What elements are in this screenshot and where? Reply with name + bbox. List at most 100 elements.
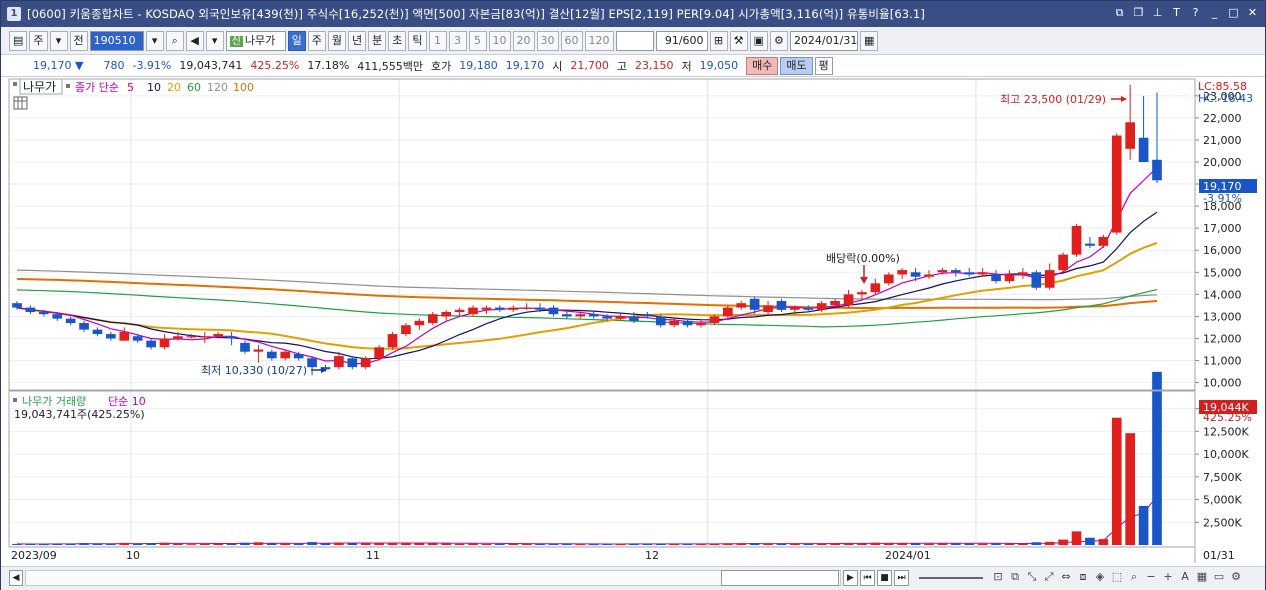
- stock-name: 나무가: [244, 33, 276, 47]
- ma10-label: 10: [147, 81, 161, 94]
- fast-forward-icon[interactable]: ⏭: [894, 570, 909, 586]
- close-icon[interactable]: ✕: [1246, 6, 1259, 20]
- price-tick-label: 17,000: [1203, 222, 1242, 235]
- interval-60[interactable]: 60: [560, 30, 583, 51]
- candle-body: [347, 358, 358, 368]
- period-year[interactable]: 년: [348, 30, 367, 51]
- app-icon: 1: [7, 7, 21, 21]
- candle-body: [1058, 254, 1068, 271]
- scroll-thumb[interactable]: [721, 570, 839, 586]
- indicator-icon[interactable]: ⊞: [709, 30, 728, 51]
- restore-icon[interactable]: ❐: [1132, 6, 1145, 20]
- rewind-icon[interactable]: ⏮: [860, 570, 875, 586]
- count-input[interactable]: 91/600: [655, 30, 708, 51]
- flat-button[interactable]: 평: [814, 56, 833, 75]
- volume-bar: [816, 543, 827, 545]
- text-icon[interactable]: T: [1170, 6, 1183, 20]
- interval-30[interactable]: 30: [536, 30, 559, 51]
- settings-icon[interactable]: ⚙: [1229, 570, 1243, 584]
- compress-icon[interactable]: ⤢: [1042, 570, 1056, 584]
- scroll-track[interactable]: [25, 570, 841, 586]
- maximize-icon[interactable]: □: [1227, 6, 1240, 20]
- period-minute[interactable]: 분: [368, 30, 387, 51]
- volume-bar: [173, 543, 183, 545]
- palette-icon[interactable]: ◈: [1093, 570, 1107, 584]
- interval-5[interactable]: 5: [468, 30, 487, 51]
- calendar-icon[interactable]: ▦: [859, 30, 879, 51]
- volume-bar: [65, 543, 76, 545]
- layout-icon[interactable]: ▤: [9, 30, 28, 51]
- candle-body: [441, 312, 452, 317]
- buy-button[interactable]: 매수: [746, 56, 779, 75]
- gear-icon[interactable]: ⚙: [769, 30, 788, 51]
- zoom-icon[interactable]: ⌕: [1127, 570, 1141, 584]
- all-button[interactable]: 전: [69, 30, 88, 51]
- price-tick-label: 16,000: [1203, 244, 1242, 257]
- font-icon[interactable]: A: [1178, 570, 1192, 584]
- period-week[interactable]: 주: [307, 30, 326, 51]
- zoom-in-icon[interactable]: +: [1161, 570, 1175, 584]
- crosshair-icon[interactable]: ⊡: [991, 570, 1005, 584]
- interval-120[interactable]: 120: [584, 30, 614, 51]
- speaker-icon[interactable]: ◀: [185, 30, 204, 51]
- volume-bar: [132, 543, 143, 545]
- speaker-dropdown-icon[interactable]: ▾: [205, 30, 224, 51]
- type-select[interactable]: 주: [29, 30, 48, 51]
- screenshot-icon[interactable]: ⬚: [1110, 570, 1124, 584]
- volume-bar: [548, 543, 559, 545]
- interval-3[interactable]: 3: [448, 30, 467, 51]
- candle-body: [213, 334, 224, 337]
- candle-body: [562, 314, 572, 317]
- help-icon[interactable]: ?: [1189, 6, 1202, 20]
- stop-icon[interactable]: ■: [877, 570, 892, 586]
- interval-1[interactable]: 1: [428, 30, 447, 51]
- expand-icon[interactable]: ⇔: [1059, 570, 1073, 584]
- candle-body: [977, 272, 988, 275]
- interval-20[interactable]: 20: [512, 30, 535, 51]
- grid-icon[interactable]: ▦: [1195, 570, 1209, 584]
- pin-icon[interactable]: ⊥: [1151, 6, 1164, 20]
- volume-ma-line: [16, 495, 1158, 545]
- interval-10[interactable]: 10: [488, 30, 511, 51]
- candle-body: [1111, 135, 1122, 233]
- price-volume-chart[interactable]: 23,00022,00021,00020,00019,00018,00017,0…: [1, 77, 1265, 565]
- volume-bar: [454, 543, 465, 545]
- search-icon[interactable]: ⌕: [165, 30, 184, 51]
- candle-body: [293, 353, 304, 359]
- period-tick[interactable]: 틱: [408, 30, 427, 51]
- volume-bar: [52, 543, 63, 545]
- window-icon[interactable]: ▭: [1212, 570, 1226, 584]
- link-icon[interactable]: ⧉: [1113, 6, 1126, 20]
- fit-icon[interactable]: ⤡: [1025, 570, 1039, 584]
- copy-icon[interactable]: ⧉: [1008, 570, 1022, 584]
- save-icon[interactable]: ▣: [749, 30, 768, 51]
- ma5-label: 5: [127, 81, 134, 94]
- open-value: 21,700: [570, 59, 609, 72]
- minimize-icon[interactable]: _: [1208, 6, 1221, 20]
- volume-bar: [334, 542, 344, 545]
- zoom-out-icon[interactable]: −: [1144, 570, 1158, 584]
- overlay-icon[interactable]: ⧈: [1076, 570, 1090, 584]
- scroll-left-icon[interactable]: ◀: [9, 570, 23, 586]
- volume-bar: [803, 543, 814, 545]
- candle-body: [253, 349, 264, 352]
- period-month[interactable]: 월: [327, 30, 347, 51]
- volume-bar: [696, 544, 706, 546]
- scroll-right-icon[interactable]: ▶: [843, 570, 858, 586]
- table-icon[interactable]: [13, 96, 28, 110]
- interval-select[interactable]: [615, 30, 654, 51]
- date-input[interactable]: 2024/01/31: [789, 30, 858, 51]
- volume-bar: [749, 543, 760, 545]
- tools-icon[interactable]: ⚒: [729, 30, 748, 51]
- code-input[interactable]: 190510: [89, 30, 144, 51]
- period-second[interactable]: 초: [388, 30, 407, 51]
- period-day[interactable]: 일: [287, 30, 306, 51]
- speed-slider[interactable]: [919, 577, 983, 579]
- volume-bar: [588, 544, 599, 546]
- stock-name-field[interactable]: 신 나무가: [225, 30, 286, 51]
- chevron-down-icon[interactable]: ▾: [49, 30, 68, 51]
- code-dropdown-icon[interactable]: ▾: [145, 30, 164, 51]
- candle-body: [374, 347, 384, 359]
- candle-body: [575, 314, 586, 317]
- sell-button[interactable]: 매도: [780, 56, 813, 75]
